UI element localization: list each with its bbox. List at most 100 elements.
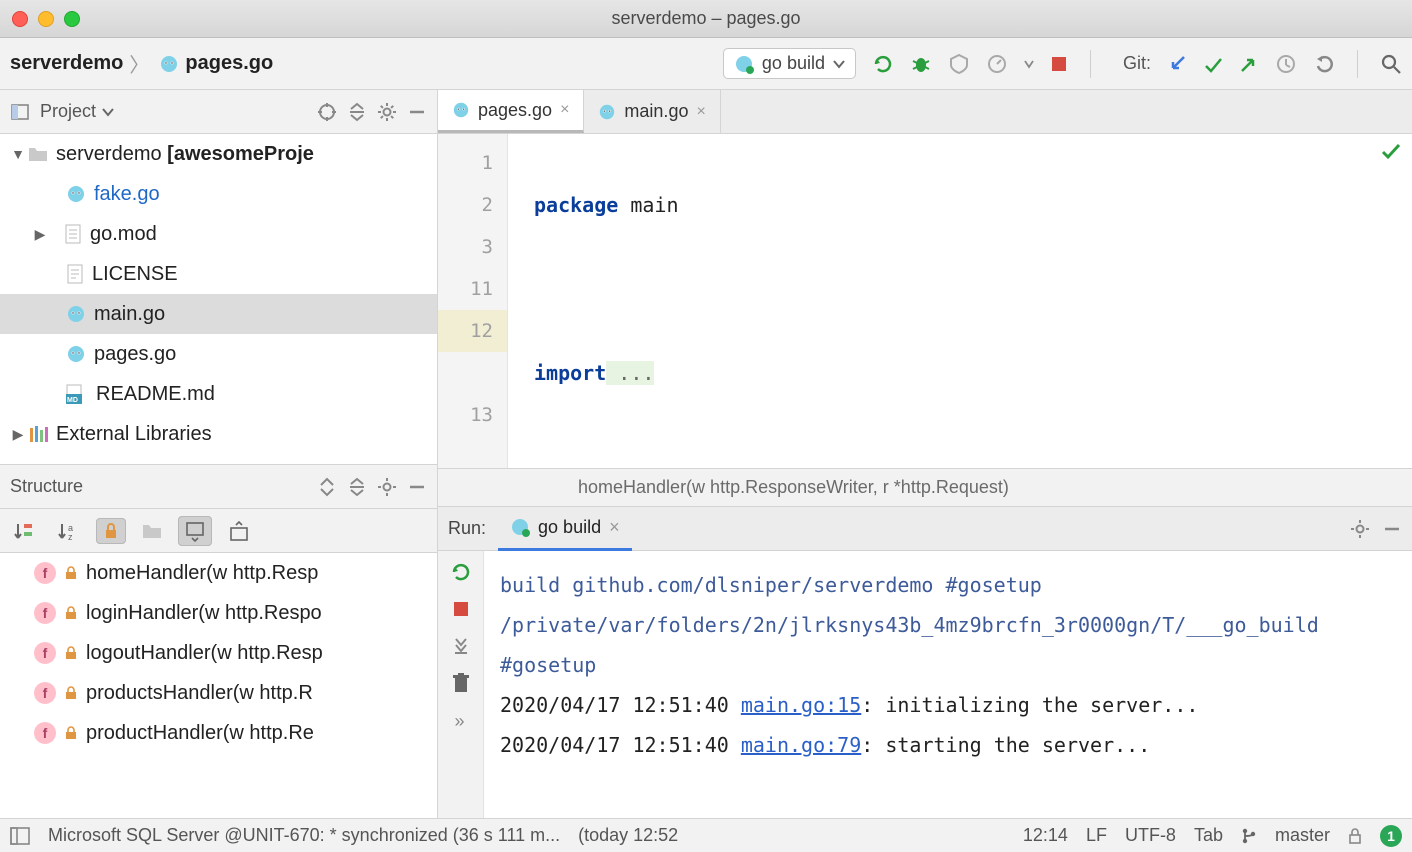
collapse-all-icon[interactable] [347, 477, 367, 497]
run-console[interactable]: build github.com/dlsniper/serverdemo #go… [484, 551, 1412, 818]
minimize-panel-icon[interactable] [407, 477, 427, 497]
run-panel: Run: go build × » build githu [438, 506, 1412, 818]
expand-all-icon[interactable] [317, 477, 337, 497]
status-indent[interactable]: Tab [1194, 825, 1223, 846]
git-history-icon[interactable] [1275, 53, 1297, 75]
structure-item[interactable]: f loginHandler(w http.Respo [0, 593, 437, 633]
source-link[interactable]: main.go:79 [741, 733, 861, 757]
project-view-icon [10, 102, 30, 122]
tree-row-file[interactable]: main.go [0, 294, 437, 334]
inspection-ok-icon[interactable] [1380, 140, 1402, 162]
chevron-right-icon[interactable]: ▶ [30, 226, 50, 243]
structure-item[interactable]: f logoutHandler(w http.Resp [0, 633, 437, 673]
gear-icon[interactable] [377, 477, 397, 497]
autoscroll-from-source-icon[interactable] [222, 516, 256, 546]
left-sidebar: Project ▼ serverdemo [awesomeProje fake.… [0, 90, 438, 818]
structure-label: homeHandler(w http.Resp [86, 562, 318, 585]
divider [1357, 50, 1358, 78]
scroll-to-end-icon[interactable] [451, 635, 471, 655]
gear-icon[interactable] [377, 102, 397, 122]
status-branch[interactable]: master [1275, 825, 1330, 846]
window-title: serverdemo – pages.go [0, 8, 1412, 29]
run-tab[interactable]: go build × [498, 507, 632, 551]
function-badge-icon: f [34, 562, 56, 584]
close-icon[interactable]: × [560, 101, 569, 119]
tool-window-icon[interactable] [10, 827, 30, 845]
collapse-all-icon[interactable] [347, 102, 367, 122]
autoscroll-to-source-icon[interactable] [178, 516, 212, 546]
sort-alphabetically-icon[interactable]: az [52, 516, 86, 546]
go-file-icon [66, 304, 86, 324]
locate-icon[interactable] [317, 102, 337, 122]
project-panel-title[interactable]: Project [40, 101, 114, 122]
lock-icon[interactable] [1348, 828, 1362, 844]
code-folded[interactable]: ... [606, 361, 654, 385]
rollback-icon[interactable] [1313, 53, 1335, 75]
stop-icon[interactable] [453, 601, 469, 617]
chevron-down-icon[interactable] [1024, 59, 1034, 69]
git-branch-icon[interactable] [1241, 827, 1257, 845]
more-icon[interactable]: » [454, 711, 466, 732]
search-icon[interactable] [1380, 53, 1402, 75]
tree-row-root[interactable]: ▼ serverdemo [awesomeProje [0, 134, 437, 174]
profiler-icon[interactable] [986, 53, 1008, 75]
tree-row-file[interactable]: LICENSE [0, 254, 437, 294]
structure-panel-header: Structure [0, 465, 437, 509]
editor-breadcrumb[interactable]: homeHandler(w http.ResponseWriter, r *ht… [438, 468, 1412, 506]
rerun-icon[interactable] [450, 561, 472, 583]
gear-icon[interactable] [1350, 519, 1370, 539]
status-line-ending[interactable]: LF [1086, 825, 1107, 846]
editor-breadcrumb-text: homeHandler(w http.ResponseWriter, r *ht… [578, 477, 1009, 498]
close-window-button[interactable] [12, 11, 28, 27]
tree-row-libs[interactable]: ▶ External Libraries [0, 414, 437, 454]
tree-row-file[interactable]: pages.go [0, 334, 437, 374]
close-icon[interactable]: × [696, 103, 705, 121]
structure-panel-title[interactable]: Structure [10, 476, 83, 497]
structure-item[interactable]: f productHandler(w http.Re [0, 713, 437, 753]
lock-icon [64, 686, 78, 700]
show-local-icon[interactable] [136, 518, 168, 544]
source-link[interactable]: main.go:15 [741, 693, 861, 717]
minimize-window-button[interactable] [38, 11, 54, 27]
code-body[interactable]: package main import ... func homeHandler… [508, 134, 1412, 468]
editor-gutter[interactable]: 1 2 3 11 12 13 [438, 134, 508, 468]
tree-row-file[interactable]: ▶ go.mod [0, 214, 437, 254]
structure-list[interactable]: f homeHandler(w http.Resp f loginHandler… [0, 553, 437, 818]
breadcrumb-project[interactable]: serverdemo [10, 52, 123, 75]
zoom-window-button[interactable] [64, 11, 80, 27]
run-coverage-icon[interactable] [948, 53, 970, 75]
structure-item[interactable]: f productsHandler(w http.R [0, 673, 437, 713]
svg-text:MD: MD [67, 397, 78, 404]
sort-visibility-icon[interactable] [8, 516, 42, 546]
right-column: pages.go × main.go × 1 2 3 11 12 13 pack… [438, 90, 1412, 818]
tree-row-file[interactable]: fake.go [0, 174, 437, 214]
show-private-icon[interactable] [96, 518, 126, 544]
notifications-badge[interactable]: 1 [1380, 825, 1402, 847]
run-config-selector[interactable]: go build [723, 48, 856, 79]
code-editor[interactable]: 1 2 3 11 12 13 package main import ... f… [438, 134, 1412, 468]
status-db[interactable]: Microsoft SQL Server @UNIT-670: * synchr… [48, 825, 560, 846]
debug-icon[interactable] [910, 53, 932, 75]
svg-text:z: z [68, 532, 73, 542]
status-cursor[interactable]: 12:14 [1023, 825, 1068, 846]
editor-tab[interactable]: main.go × [584, 90, 720, 133]
trash-icon[interactable] [452, 673, 470, 693]
minimize-panel-icon[interactable] [1382, 519, 1402, 539]
function-badge-icon: f [34, 682, 56, 704]
close-icon[interactable]: × [609, 517, 620, 538]
minimize-panel-icon[interactable] [407, 102, 427, 122]
structure-item[interactable]: f homeHandler(w http.Resp [0, 553, 437, 593]
tree-row-file[interactable]: MD README.md [0, 374, 437, 414]
status-encoding[interactable]: UTF-8 [1125, 825, 1176, 846]
git-update-icon[interactable] [1167, 54, 1187, 74]
breadcrumb-file[interactable]: pages.go [185, 52, 273, 75]
rerun-icon[interactable] [872, 53, 894, 75]
structure-label: logoutHandler(w http.Resp [86, 642, 323, 665]
project-tree[interactable]: ▼ serverdemo [awesomeProje fake.go ▶ go.… [0, 134, 437, 464]
chevron-right-icon[interactable]: ▶ [8, 426, 28, 443]
git-push-icon[interactable] [1239, 54, 1259, 74]
stop-icon[interactable] [1050, 55, 1068, 73]
editor-tab[interactable]: pages.go × [438, 90, 584, 133]
git-commit-icon[interactable] [1203, 54, 1223, 74]
chevron-down-icon[interactable]: ▼ [8, 146, 28, 162]
